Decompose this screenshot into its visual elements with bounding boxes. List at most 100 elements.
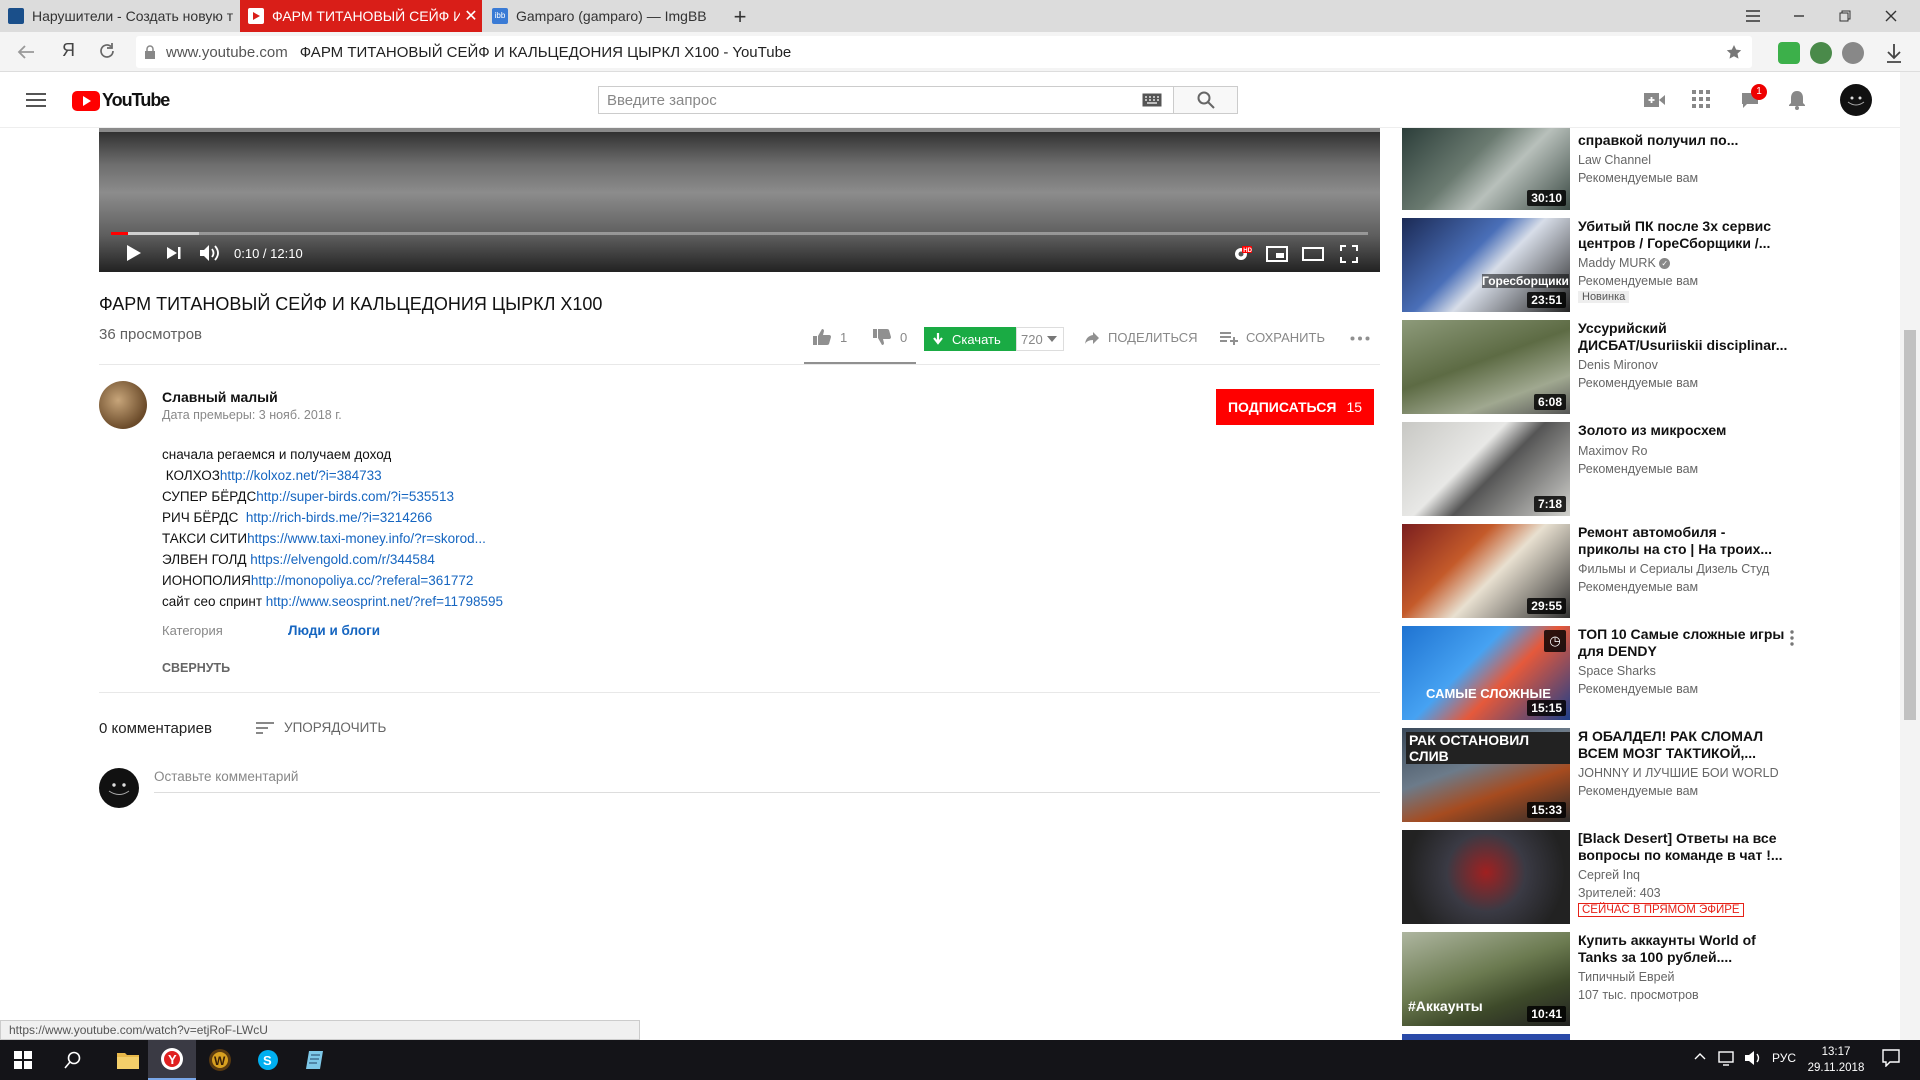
- create-video-icon[interactable]: [1644, 92, 1666, 108]
- browser-tab-2-active[interactable]: ФАРМ ТИТАНОВЫЙ СЕЙФ И ✕: [240, 0, 482, 32]
- network-icon[interactable]: [1718, 1050, 1736, 1066]
- next-video-icon[interactable]: [166, 246, 182, 260]
- description-link[interactable]: http://monopoliya.cc/?referal=361772: [251, 573, 474, 588]
- download-button[interactable]: Скачать: [924, 327, 1016, 351]
- description-link[interactable]: http://www.seosprint.net/?ref=11798595: [266, 594, 503, 609]
- recommended-video[interactable]: РАК ОСТАНОВИЛ СЛИВ 15:33 Я ОБАЛДЕЛ! РАК …: [1402, 728, 1874, 822]
- notifications-bell-icon[interactable]: [1788, 90, 1806, 110]
- sort-comments-button[interactable]: УПОРЯДОЧИТЬ: [256, 720, 386, 735]
- settings-hd-icon[interactable]: HD: [1231, 244, 1253, 264]
- video-duration: 15:33: [1527, 802, 1566, 818]
- new-tab-button[interactable]: +: [728, 4, 752, 30]
- video-info: Рекомендуемые вам: [1578, 580, 1699, 594]
- youtube-favicon-icon: [248, 8, 264, 24]
- yandex-browser-taskbar-icon[interactable]: Y: [148, 1040, 196, 1080]
- reload-icon[interactable]: [98, 42, 116, 60]
- notepad-icon[interactable]: [296, 1040, 336, 1080]
- globe-icon[interactable]: [1842, 42, 1864, 64]
- keyboard-icon[interactable]: [1142, 93, 1162, 107]
- address-bar[interactable]: www.youtube.com ФАРМ ТИТАНОВЫЙ СЕЙФ И КА…: [136, 36, 1752, 68]
- recommended-video-partial[interactable]: 30:10 справкой получил по... Law Channel…: [1402, 116, 1874, 210]
- save-button[interactable]: СОХРАНИТЬ: [1220, 330, 1325, 345]
- play-icon[interactable]: [126, 244, 142, 262]
- dislike-button[interactable]: 0: [872, 328, 907, 346]
- video-duration: 10:41: [1527, 1006, 1566, 1022]
- user-avatar[interactable]: [1840, 84, 1872, 116]
- browser-tab-1[interactable]: Нарушители - Создать новую т: [0, 0, 238, 32]
- category-label: Категория: [162, 623, 223, 638]
- recommended-video[interactable]: #Аккаунты 10:41 Купить аккаунты World of…: [1402, 932, 1874, 1026]
- download-arrow-icon: [933, 333, 943, 345]
- description-link[interactable]: http://super-birds.com/?i=535513: [256, 489, 454, 504]
- minimize-icon[interactable]: [1776, 0, 1822, 32]
- new-badge: Новинка: [1578, 291, 1630, 303]
- like-button[interactable]: 1: [812, 328, 847, 346]
- subscribe-label: ПОДПИСАТЬСЯ: [1227, 399, 1337, 415]
- recommended-video-live[interactable]: [Black Desert] Ответы на все вопросы по …: [1402, 830, 1874, 924]
- download-icon[interactable]: [1884, 42, 1904, 64]
- system-clock[interactable]: 13:17 29.11.2018: [1806, 1044, 1866, 1076]
- recommended-video[interactable]: Горесборщики 23:51 Убитый ПК после 3х се…: [1402, 218, 1874, 312]
- theater-mode-icon[interactable]: [1302, 247, 1324, 261]
- apps-grid-icon[interactable]: [1692, 90, 1710, 108]
- extension-icon-2[interactable]: [1810, 42, 1832, 64]
- commenter-avatar: [99, 768, 139, 808]
- description-link[interactable]: https://elvengold.com/r/344584: [250, 552, 435, 567]
- search-input[interactable]: Введите запрос: [598, 86, 1174, 114]
- sort-label: УПОРЯДОЧИТЬ: [284, 720, 387, 735]
- volume-icon[interactable]: [199, 243, 221, 263]
- language-indicator[interactable]: РУС: [1772, 1051, 1796, 1065]
- youtube-logo[interactable]: YouTube: [72, 90, 170, 111]
- share-button[interactable]: ПОДЕЛИТЬСЯ: [1084, 330, 1197, 345]
- menu-hamburger-icon[interactable]: [26, 92, 46, 108]
- channel-avatar[interactable]: [99, 381, 147, 429]
- bookmark-star-icon[interactable]: [1726, 44, 1742, 60]
- description-link[interactable]: https://www.taxi-money.info/?r=skorod...: [247, 531, 486, 546]
- category-link[interactable]: Люди и блоги: [288, 623, 380, 638]
- progress-bar[interactable]: [111, 232, 1368, 235]
- wow-launcher-icon[interactable]: W: [200, 1040, 240, 1080]
- yandex-logo-icon[interactable]: Я: [62, 40, 75, 61]
- video-thumbnail: САМЫЕ СЛОЖНЫЕ ◷ 15:15: [1402, 626, 1570, 720]
- scrollbar-thumb[interactable]: [1904, 330, 1916, 720]
- extension-icon-1[interactable]: [1778, 42, 1800, 64]
- volume-tray-icon[interactable]: [1744, 1050, 1762, 1066]
- recommended-video[interactable]: 6:08 Уссурийский ДИСБАТ/Usuriiskii disci…: [1402, 320, 1874, 414]
- more-actions-icon[interactable]: [1350, 336, 1370, 341]
- video-info: 107 тыс. просмотров: [1578, 988, 1699, 1002]
- subscribe-button[interactable]: ПОДПИСАТЬСЯ 15: [1216, 389, 1374, 425]
- recommended-video[interactable]: 7:18 Золото из микросхем Maximov Ro Реко…: [1402, 422, 1874, 516]
- restore-icon[interactable]: [1822, 0, 1868, 32]
- thumbnail-text: САМЫЕ СЛОЖНЫЕ: [1426, 686, 1551, 701]
- watch-later-clock-icon[interactable]: ◷: [1544, 630, 1566, 652]
- channel-name[interactable]: Славный малый: [162, 389, 278, 405]
- close-window-icon[interactable]: [1868, 0, 1914, 32]
- description-link[interactable]: http://rich-birds.me/?i=3214266: [246, 510, 432, 525]
- recommended-video[interactable]: САМЫЕ СЛОЖНЫЕ ◷ 15:15 ТОП 10 Самые сложн…: [1402, 626, 1874, 720]
- comment-input[interactable]: Оставьте комментарий: [154, 769, 1380, 793]
- status-url: https://www.youtube.com/watch?v=etjRoF-L…: [0, 1020, 640, 1040]
- browser-menu-icon[interactable]: [1730, 0, 1776, 32]
- search-button[interactable]: [1174, 86, 1238, 114]
- more-options-vertical-icon[interactable]: [1790, 630, 1794, 646]
- video-thumbnail: 6:08: [1402, 320, 1570, 414]
- recommended-video[interactable]: 29:55 Ремонт автомобиля - приколы на сто…: [1402, 524, 1874, 618]
- action-center-icon[interactable]: [1882, 1049, 1900, 1067]
- description-link[interactable]: http://kolxoz.net/?i=384733: [220, 468, 382, 483]
- back-arrow-icon[interactable]: [16, 42, 36, 62]
- quality-select[interactable]: 720: [1016, 327, 1064, 351]
- clock-date: 29.11.2018: [1807, 1062, 1865, 1074]
- channel-name: Сергей Inq: [1578, 868, 1640, 882]
- miniplayer-icon[interactable]: [1266, 246, 1288, 262]
- skype-icon[interactable]: S: [248, 1040, 288, 1080]
- video-info: Рекомендуемые вам: [1578, 171, 1699, 185]
- collapse-button[interactable]: СВЕРНУТЬ: [162, 661, 230, 675]
- video-info: Рекомендуемые вам: [1578, 682, 1699, 696]
- fullscreen-icon[interactable]: [1340, 245, 1358, 263]
- tray-expand-icon[interactable]: [1694, 1052, 1706, 1060]
- search-taskbar-icon[interactable]: [64, 1051, 82, 1069]
- windows-start-icon[interactable]: [14, 1051, 32, 1069]
- tab-close-icon[interactable]: ✕: [460, 6, 482, 26]
- file-explorer-icon[interactable]: [108, 1040, 148, 1080]
- browser-tab-3[interactable]: ibb Gamparo (gamparo) — ImgBB: [484, 0, 722, 32]
